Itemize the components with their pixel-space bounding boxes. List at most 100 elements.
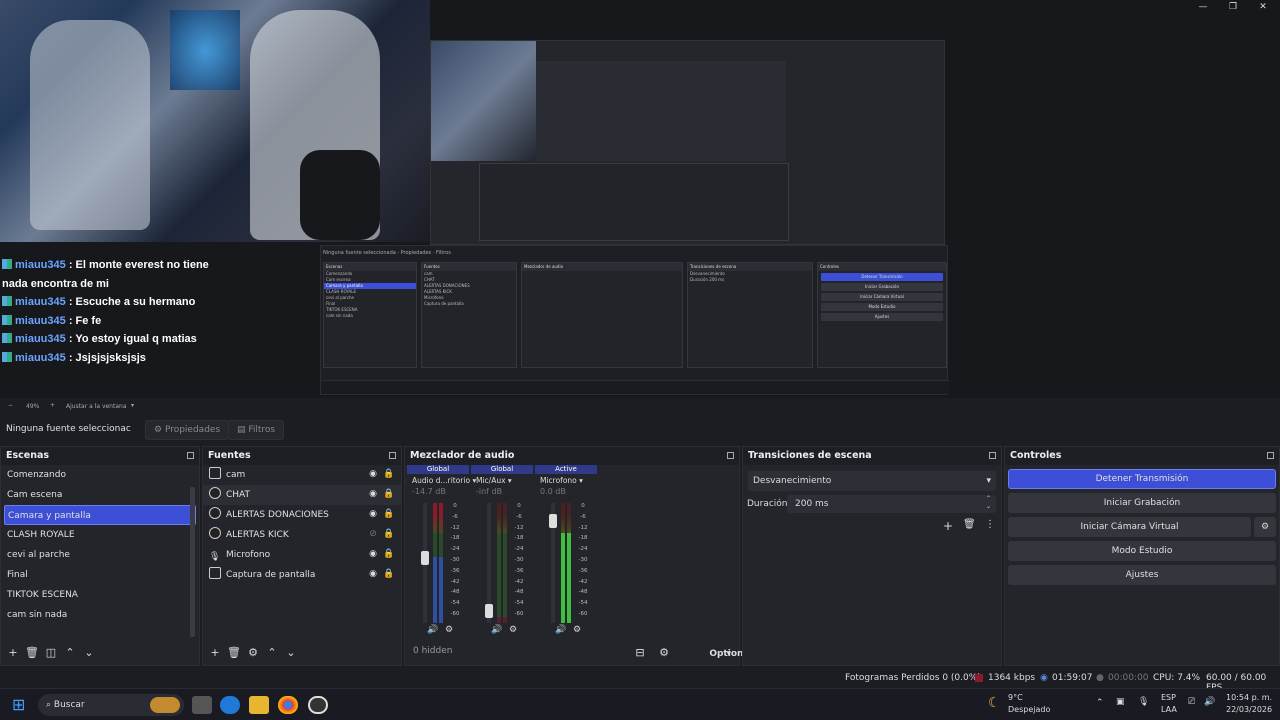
source-item[interactable]: 🎙 Microfono ◉ 🔒: [203, 545, 401, 565]
add-icon[interactable]: +: [6, 646, 20, 659]
volume-icon[interactable]: 🔊: [1204, 697, 1215, 707]
channel-settings-icon[interactable]: ⚙: [573, 625, 581, 635]
trash-icon[interactable]: 🗑: [963, 519, 976, 530]
chevron-down-icon[interactable]: ▾: [131, 402, 134, 409]
channel-settings-icon[interactable]: ⚙: [445, 625, 453, 635]
zoom-out-button[interactable]: −: [8, 402, 13, 409]
taskbar-search[interactable]: ⌕ Buscar: [38, 694, 184, 716]
task-view-icon[interactable]: [192, 696, 212, 714]
channel-name[interactable]: Audio d...ritorio ▾: [407, 474, 476, 487]
undock-icon[interactable]: [1267, 452, 1274, 459]
filters-button[interactable]: ▤ Filtros: [228, 420, 285, 440]
scene-item[interactable]: cam sin nada: [1, 605, 199, 625]
scene-item[interactable]: Final: [1, 565, 199, 585]
eye-icon[interactable]: ◉: [367, 549, 379, 560]
settings-button[interactable]: Ajustes: [1008, 565, 1276, 585]
virtual-camera-button[interactable]: Iniciar Cámara Virtual: [1008, 517, 1251, 537]
chrome-icon[interactable]: [278, 696, 298, 714]
undock-icon[interactable]: [989, 452, 996, 459]
move-down-icon[interactable]: ⌄: [82, 646, 96, 659]
source-item[interactable]: Captura de pantalla ◉ 🔒: [203, 565, 401, 585]
microphone-icon[interactable]: 🎙: [1138, 697, 1149, 707]
eye-icon[interactable]: ◉: [367, 509, 379, 520]
volume-slider[interactable]: [485, 503, 493, 623]
scene-item[interactable]: cevi al parche: [1, 545, 199, 565]
stop-streaming-button[interactable]: Detener Transmisión: [1008, 469, 1276, 489]
search-icon: ⌕: [46, 700, 54, 710]
scene-item[interactable]: Comenzando: [1, 465, 199, 485]
add-icon[interactable]: +: [943, 519, 953, 533]
folder-icon[interactable]: [249, 696, 269, 714]
clock-date[interactable]: 22/03/2026: [1226, 705, 1272, 714]
clock-time[interactable]: 10:54 p. m.: [1226, 693, 1272, 702]
scrollbar[interactable]: [190, 487, 195, 637]
network-icon[interactable]: ⎚: [1188, 697, 1195, 707]
eye-icon[interactable]: ◉: [367, 469, 379, 480]
fit-window-button[interactable]: Ajustar a la ventana: [66, 403, 127, 410]
trash-icon[interactable]: 🗑: [227, 646, 241, 659]
undock-icon[interactable]: [727, 452, 734, 459]
studio-mode-button[interactable]: Modo Estudio: [1008, 541, 1276, 561]
start-recording-button[interactable]: Iniciar Grabación: [1008, 493, 1276, 513]
chevron-up-icon[interactable]: ⌃: [1096, 698, 1104, 708]
trash-icon[interactable]: 🗑: [25, 646, 39, 659]
transition-select[interactable]: Desvanecimiento ▾: [748, 471, 996, 491]
scene-item[interactable]: TIKTOK ESCENA: [1, 585, 199, 605]
screen-capture-obs-mirror: Ninguna fuente seleccionada · Propiedade…: [320, 245, 949, 395]
channel-name[interactable]: Mic/Aux ▾: [471, 474, 533, 487]
mute-icon[interactable]: 🔊: [491, 625, 502, 635]
volume-slider-handle[interactable]: [549, 513, 557, 528]
gear-icon[interactable]: ⚙: [246, 646, 260, 659]
settings-icon[interactable]: ⚙: [657, 646, 671, 659]
scene-item-selected[interactable]: Camara y pantalla: [4, 505, 196, 525]
undock-icon[interactable]: [187, 452, 194, 459]
mute-icon[interactable]: 🔊: [427, 625, 438, 635]
move-up-icon[interactable]: ⌃: [63, 646, 77, 659]
close-button[interactable]: ✕: [1256, 2, 1270, 12]
lock-icon[interactable]: 🔒: [383, 549, 395, 560]
mute-icon[interactable]: 🔊: [555, 625, 566, 635]
microphone-icon: 🎙: [209, 552, 221, 562]
channel-settings-icon[interactable]: ⚙: [509, 625, 517, 635]
program-preview[interactable]: Ninguna fuente seleccionada · Propiedade…: [0, 0, 1280, 398]
filter-icon[interactable]: ◫: [44, 646, 58, 659]
volume-slider-handle[interactable]: [421, 550, 429, 565]
eye-icon[interactable]: ◉: [367, 489, 379, 500]
minimize-button[interactable]: —: [1196, 2, 1210, 12]
volume-slider[interactable]: [549, 503, 557, 623]
maximize-button[interactable]: ❐: [1226, 2, 1240, 12]
volume-slider-handle[interactable]: [485, 603, 493, 618]
gear-icon[interactable]: ⚙: [1254, 517, 1276, 537]
tray-icon[interactable]: ▣: [1116, 697, 1125, 707]
source-item[interactable]: CHAT ◉ 🔒: [203, 485, 401, 505]
obs-icon[interactable]: [308, 696, 328, 714]
source-item[interactable]: ALERTAS DONACIONES ◉ 🔒: [203, 505, 401, 525]
volume-slider[interactable]: [421, 503, 429, 623]
lock-icon[interactable]: 🔒: [383, 469, 395, 480]
lock-icon[interactable]: 🔒: [383, 489, 395, 500]
lock-icon[interactable]: 🔒: [383, 569, 395, 580]
edge-icon[interactable]: [220, 696, 240, 714]
undock-icon[interactable]: [389, 452, 396, 459]
zoom-in-button[interactable]: +: [50, 402, 55, 409]
move-down-icon[interactable]: ⌄: [284, 646, 298, 659]
add-icon[interactable]: +: [208, 646, 222, 659]
windows-start-icon[interactable]: ⊞: [12, 696, 32, 714]
lock-icon[interactable]: 🔒: [383, 509, 395, 520]
scene-item[interactable]: Cam escena: [1, 485, 199, 505]
source-item[interactable]: cam ◉ 🔒: [203, 465, 401, 485]
lang-code[interactable]: ESP: [1161, 693, 1176, 702]
options-button[interactable]: Options ▾: [704, 646, 748, 659]
move-up-icon[interactable]: ⌃: [265, 646, 279, 659]
eye-icon[interactable]: ◉: [367, 569, 379, 580]
channel-name[interactable]: Microfono ▾: [535, 474, 597, 487]
eye-hidden-icon[interactable]: ⊘: [367, 529, 379, 540]
duration-input[interactable]: 200 ms ⌃ ⌄: [787, 495, 996, 513]
source-item[interactable]: ALERTAS KICK ⊘ 🔒: [203, 525, 401, 545]
properties-button[interactable]: ⚙ Propiedades: [145, 420, 230, 440]
lock-icon[interactable]: 🔒: [383, 529, 395, 540]
more-icon[interactable]: ⋮: [985, 519, 995, 530]
lang-layout[interactable]: LAA: [1161, 705, 1177, 714]
scene-item[interactable]: CLASH ROYALE: [1, 525, 199, 545]
layout-icon[interactable]: ⊟: [633, 646, 647, 659]
